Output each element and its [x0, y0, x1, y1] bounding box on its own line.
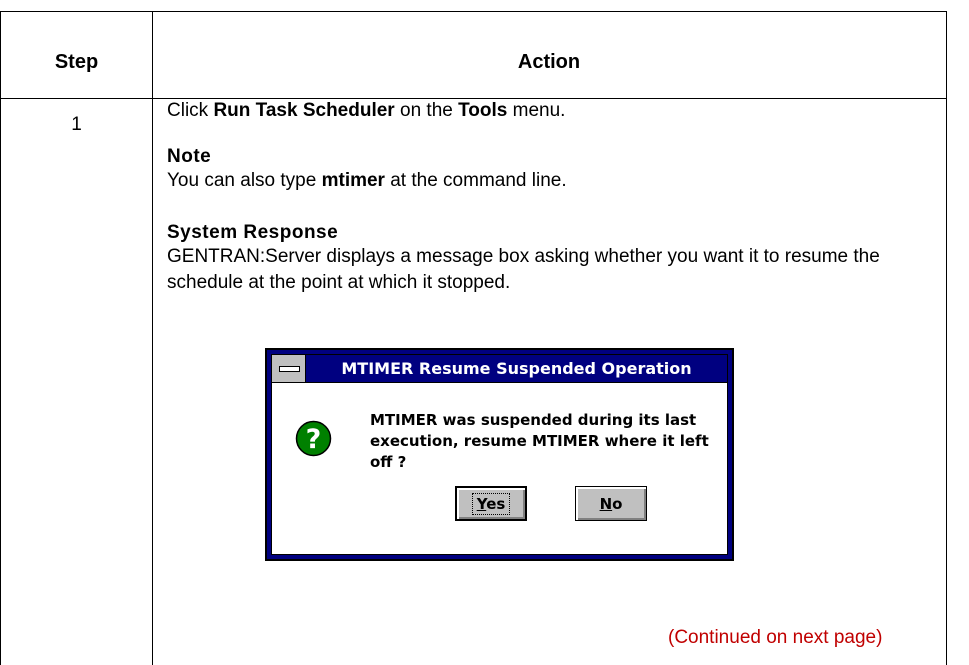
no-button-label: No: [600, 495, 623, 513]
resume-dialog: MTIMER Resume Suspended Operation ? MTIM…: [265, 348, 734, 561]
instruction-text: Click Run Task Scheduler on the Tools me…: [167, 98, 565, 124]
dialog-message: MTIMER was suspended during its last exe…: [370, 410, 710, 473]
yes-button[interactable]: Yes: [455, 486, 527, 521]
menu-name: Tools: [458, 100, 508, 121]
header-step: Step: [54, 50, 99, 73]
system-response-text: GENTRAN:Server displays a message box as…: [167, 246, 880, 293]
note-text: You can also type mtimer at the command …: [167, 168, 567, 194]
yes-mnemonic: Y: [476, 494, 487, 513]
header-action: Action: [517, 50, 581, 73]
system-response-heading: System Response: [167, 222, 339, 243]
step-number: 1: [71, 114, 82, 135]
svg-text:?: ?: [306, 424, 322, 455]
command-name: mtimer: [321, 170, 385, 191]
system-menu-icon[interactable]: [272, 355, 306, 382]
yes-button-label: Yes: [471, 492, 511, 515]
dialog-body: MTIMER Resume Suspended Operation ? MTIM…: [271, 354, 728, 555]
instruction-suffix: menu.: [507, 100, 566, 121]
no-button[interactable]: No: [575, 486, 647, 521]
continued-note: (Continued on next page): [668, 627, 883, 648]
system-response-block: System Response GENTRAN:Server displays …: [167, 222, 937, 296]
note-heading: Note: [167, 146, 212, 167]
no-rest: o: [612, 494, 623, 513]
table-header-row: Step Action: [1, 12, 946, 99]
column-divider: [152, 12, 153, 665]
dialog-message-line1: MTIMER was suspended during its last: [370, 411, 697, 429]
question-icon: ?: [295, 420, 332, 457]
no-mnemonic: N: [599, 494, 613, 513]
note-suffix: at the command line.: [384, 170, 567, 191]
instruction-mid: on the: [394, 100, 459, 121]
dialog-title: MTIMER Resume Suspended Operation: [341, 359, 692, 378]
instruction-prefix: Click: [167, 100, 214, 121]
dialog-titlebar[interactable]: MTIMER Resume Suspended Operation: [272, 355, 727, 383]
note-prefix: You can also type: [167, 170, 322, 191]
note-block: Note You can also type mtimer at the com…: [167, 146, 567, 194]
dialog-message-line2: execution, resume MTIMER where it left o…: [370, 432, 709, 471]
menu-command-name: Run Task Scheduler: [213, 100, 395, 121]
yes-rest: es: [486, 494, 506, 513]
